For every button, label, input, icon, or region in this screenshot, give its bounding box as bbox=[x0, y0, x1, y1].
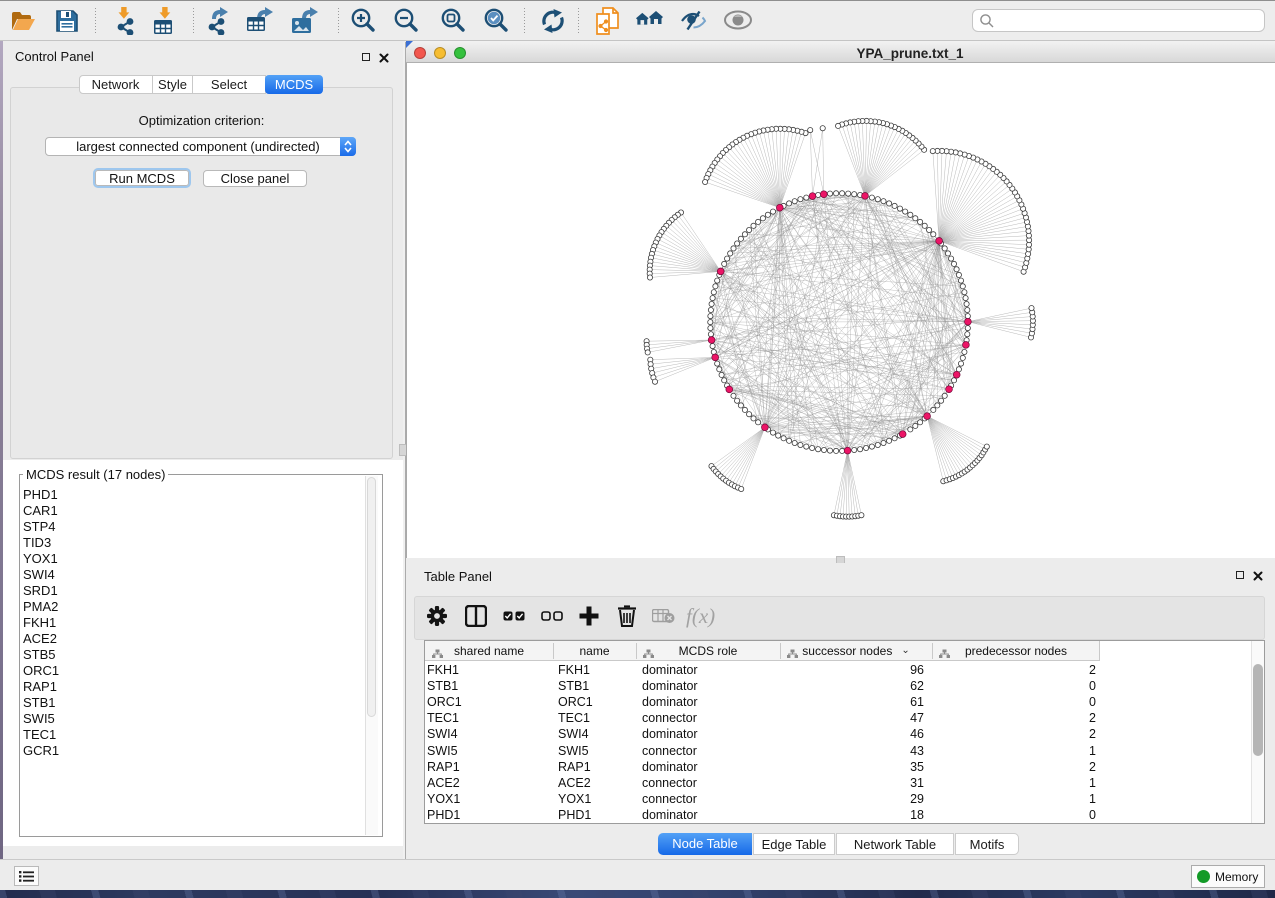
svg-text:f(x): f(x) bbox=[686, 604, 715, 628]
